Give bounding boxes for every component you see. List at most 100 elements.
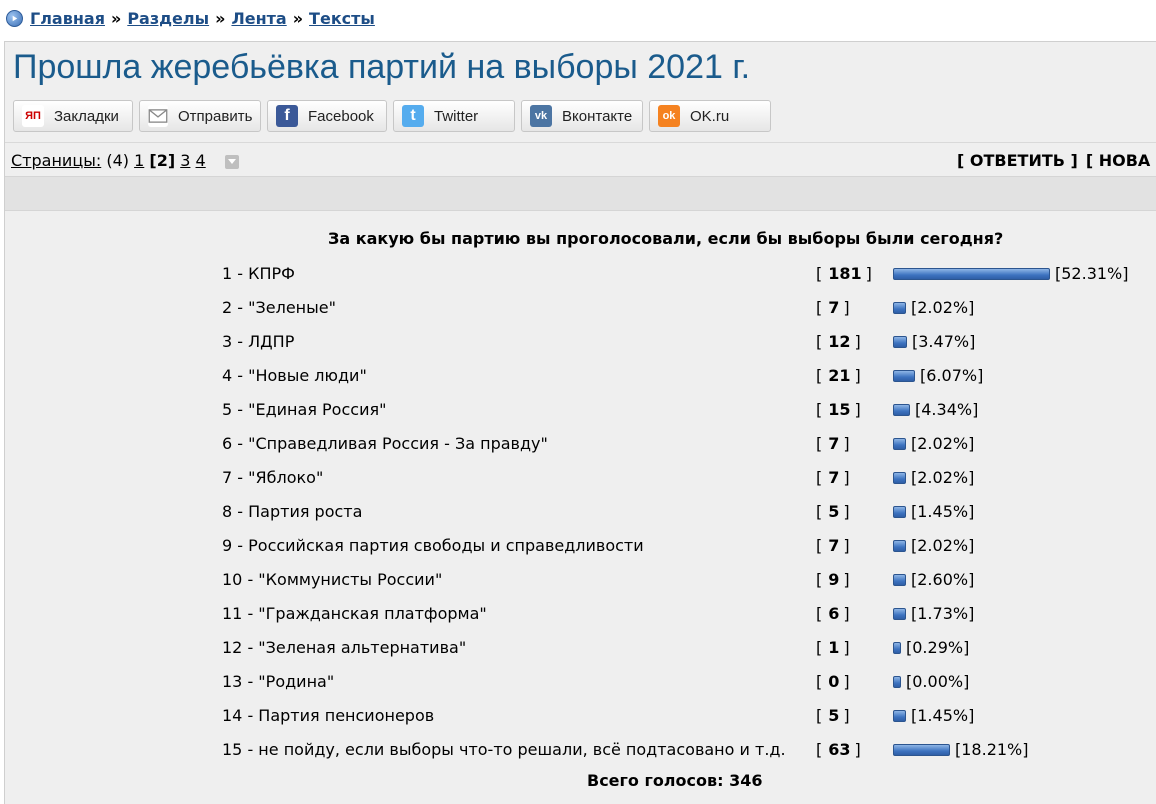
share-button-twitter[interactable]: t Twitter	[393, 100, 515, 132]
reply-link[interactable]: [ ОТВЕТИТЬ ]	[957, 151, 1078, 170]
new-topic-link[interactable]: [ НОВА	[1086, 151, 1150, 170]
poll-percent: [2.02%]	[911, 468, 975, 487]
poll-vote-number: 7	[828, 468, 840, 487]
poll-vote-count: [7]	[816, 298, 850, 317]
poll-row: 2 - "Зеленые" [7] [2.02%]	[5, 296, 1156, 322]
poll-percent: [2.02%]	[911, 434, 975, 453]
poll-row: 8 - Партия роста [5] [1.45%]	[5, 500, 1156, 526]
poll-row: 3 - ЛДПР [12] [3.47%]	[5, 330, 1156, 356]
pager-dropdown-icon[interactable]	[224, 154, 239, 169]
pager-page-link[interactable]: 1	[134, 151, 144, 170]
poll-vote-number: 7	[828, 536, 840, 555]
share-button-label: Закладки	[54, 107, 119, 125]
poll-row: 6 - "Справедливая Россия - За правду" [7]…	[5, 432, 1156, 458]
poll-vote-count: [7]	[816, 536, 850, 555]
pager-current-page: [2]	[149, 151, 176, 170]
poll-vote-number: 9	[828, 570, 840, 589]
poll-option-label: 12 - "Зеленая альтернатива"	[222, 638, 467, 657]
share-button-закладки[interactable]: ЯП Закладки	[13, 100, 133, 132]
poll-vote-number: 7	[828, 434, 840, 453]
pager-count: (4)	[106, 151, 129, 170]
poll-row: 14 - Партия пенсионеров [5] [1.45%]	[5, 704, 1156, 730]
poll-percent: [52.31%]	[1055, 264, 1129, 283]
poll-vote-number: 5	[828, 706, 840, 725]
post-header-band	[5, 176, 1156, 211]
poll-percent: [1.45%]	[911, 706, 975, 725]
poll-option-label: 4 - "Новые люди"	[222, 366, 367, 385]
poll-percent: [0.00%]	[906, 672, 970, 691]
breadcrumb-link[interactable]: Главная	[30, 9, 105, 28]
poll-bar	[893, 744, 950, 756]
poll-row: 13 - "Родина" [0] [0.00%]	[5, 670, 1156, 696]
poll-vote-count: [9]	[816, 570, 850, 589]
breadcrumb-link[interactable]: Разделы	[127, 9, 209, 28]
poll-option-label: 3 - ЛДПР	[222, 332, 295, 351]
poll-bar	[893, 438, 906, 450]
poll-percent: [1.45%]	[911, 502, 975, 521]
poll-percent: [2.60%]	[911, 570, 975, 589]
poll-percent: [4.34%]	[915, 400, 979, 419]
poll-vote-number: 5	[828, 502, 840, 521]
poll-vote-number: 181	[828, 264, 862, 283]
poll-row: 11 - "Гражданская платформа" [6] [1.73%]	[5, 602, 1156, 628]
poll-vote-count: [15]	[816, 400, 861, 419]
poll-option-label: 7 - "Яблоко"	[222, 468, 324, 487]
share-button-facebook[interactable]: f Facebook	[267, 100, 387, 132]
share-toolbar: ЯП Закладки Отправить f Facebook t Twitter vk Вк…	[13, 100, 771, 132]
poll-row: 1 - КПРФ [181] [52.31%]	[5, 262, 1156, 288]
share-button-label: Вконтакте	[562, 107, 633, 125]
share-button-ok-ru[interactable]: ok OK.ru	[649, 100, 771, 132]
poll-percent: [0.29%]	[906, 638, 970, 657]
poll-vote-number: 7	[828, 298, 840, 317]
poll-option-label: 5 - "Единая Россия"	[222, 400, 387, 419]
pager-label-link[interactable]: Страницы:	[11, 151, 101, 170]
poll-option-label: 13 - "Родина"	[222, 672, 335, 691]
breadcrumb-link[interactable]: Лента	[231, 9, 286, 28]
breadcrumb-separator: »	[292, 8, 304, 28]
pager-page-link[interactable]: 3	[180, 151, 190, 170]
breadcrumb-link[interactable]: Тексты	[309, 9, 375, 28]
poll-row: 7 - "Яблоко" [7] [2.02%]	[5, 466, 1156, 492]
poll-bar	[893, 506, 906, 518]
topic-panel: Прошла жеребьёвка партий на выборы 2021 …	[4, 41, 1156, 804]
poll-option-label: 14 - Партия пенсионеров	[222, 706, 435, 725]
share-button-отправить[interactable]: Отправить	[139, 100, 261, 132]
poll-bar	[893, 574, 906, 586]
yandex-bookmarks-icon: ЯП	[22, 105, 44, 127]
poll-option-label: 8 - Партия роста	[222, 502, 363, 521]
poll-row: 4 - "Новые люди" [21] [6.07%]	[5, 364, 1156, 390]
vk-icon: vk	[530, 105, 552, 127]
poll-bar	[893, 642, 901, 654]
poll-vote-count: [0]	[816, 672, 850, 691]
poll-percent: [2.02%]	[911, 298, 975, 317]
poll-vote-number: 12	[828, 332, 851, 351]
facebook-icon: f	[276, 105, 298, 127]
poll-vote-count: [5]	[816, 502, 850, 521]
envelope-icon	[148, 105, 168, 127]
topic-actions: [ ОТВЕТИТЬ ] [ НОВА	[957, 151, 1156, 170]
pager: Страницы: (4) 1 [2] 3 4	[11, 151, 239, 170]
twitter-icon: t	[402, 105, 424, 127]
breadcrumb: Главная » Разделы » Лента » Тексты	[0, 0, 1156, 36]
share-button-label: OK.ru	[690, 107, 730, 125]
share-button-вконтакте[interactable]: vk Вконтакте	[521, 100, 643, 132]
poll-vote-number: 63	[828, 740, 851, 759]
poll-option-label: 11 - "Гражданская платформа"	[222, 604, 487, 623]
poll-bar	[893, 302, 906, 314]
poll-option-label: 2 - "Зеленые"	[222, 298, 336, 317]
pager-page-link[interactable]: 4	[196, 151, 206, 170]
poll-bar	[893, 540, 906, 552]
poll-percent: [3.47%]	[912, 332, 976, 351]
poll-vote-count: [1]	[816, 638, 850, 657]
poll-vote-count: [12]	[816, 332, 861, 351]
poll-vote-count: [63]	[816, 740, 861, 759]
poll-bar	[893, 710, 906, 722]
share-button-label: Facebook	[308, 107, 374, 125]
poll-vote-count: [5]	[816, 706, 850, 725]
poll-percent: [6.07%]	[920, 366, 984, 385]
poll-vote-count: [7]	[816, 434, 850, 453]
poll-bar	[893, 608, 906, 620]
play-circle-icon	[6, 9, 23, 27]
poll-row: 5 - "Единая Россия" [15] [4.34%]	[5, 398, 1156, 424]
poll-percent: [1.73%]	[911, 604, 975, 623]
